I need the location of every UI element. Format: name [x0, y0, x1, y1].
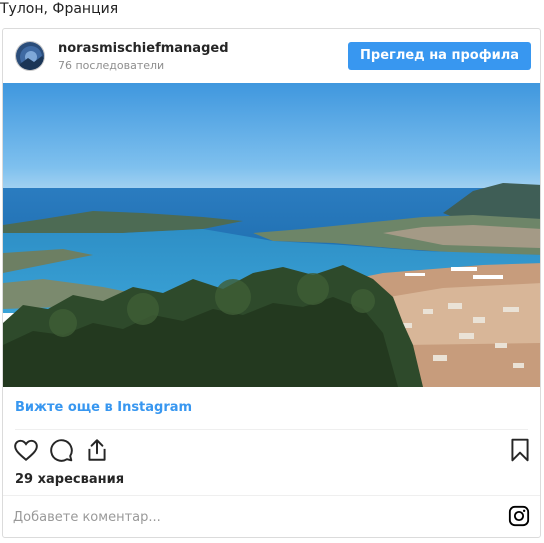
post-header: norasmischiefmanaged 76 последователи Пр… [3, 29, 540, 83]
instagram-icon[interactable] [508, 505, 530, 527]
bookmark-icon[interactable] [507, 437, 533, 463]
view-more-link[interactable]: Вижте още в Instagram [15, 400, 192, 415]
page: Тулон, Франция norasmischiefmanaged 76 п… [0, 0, 544, 543]
avatar[interactable] [15, 41, 45, 71]
comment-icon[interactable] [48, 437, 74, 463]
toulon-bay-photo [3, 83, 540, 387]
heart-icon[interactable] [13, 437, 39, 463]
divider [15, 429, 528, 430]
divider [3, 495, 540, 496]
like-count[interactable]: 29 харесвания [15, 472, 124, 487]
post-photo[interactable] [3, 83, 540, 387]
follower-count: 76 последователи [58, 59, 165, 72]
comment-input[interactable] [13, 505, 493, 529]
username[interactable]: norasmischiefmanaged [58, 41, 229, 56]
share-icon[interactable] [84, 437, 110, 463]
location-title: Тулон, Франция [0, 1, 119, 17]
instagram-embed-card: norasmischiefmanaged 76 последователи Пр… [2, 28, 541, 538]
view-profile-button[interactable]: Преглед на профила [348, 42, 531, 70]
